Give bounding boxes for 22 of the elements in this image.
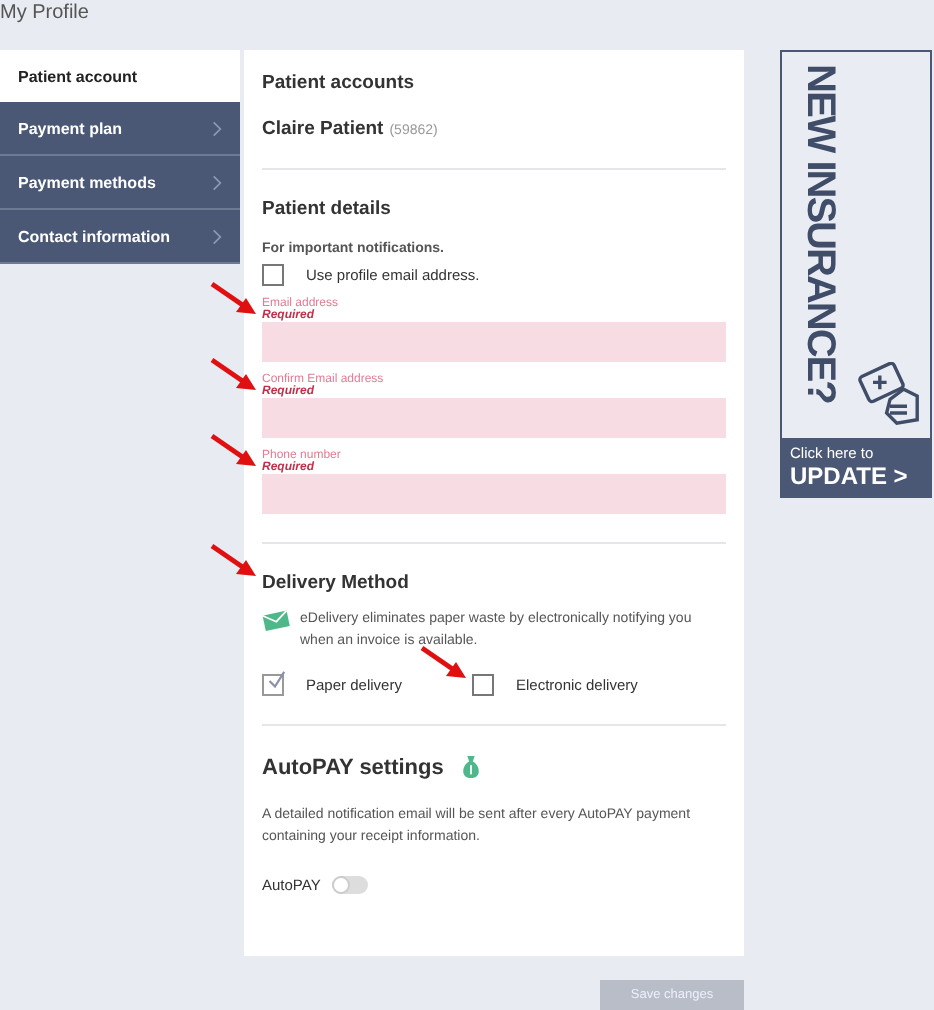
input-field[interactable] <box>262 322 726 362</box>
sidebar-item[interactable]: Payment plan <box>0 102 240 156</box>
envelope-icon <box>262 608 290 632</box>
checkbox[interactable] <box>262 674 284 696</box>
money-bag-icon <box>459 754 482 780</box>
page-title: My Profile <box>0 0 91 28</box>
section-heading: Delivery Method <box>262 572 411 594</box>
section-heading: Patient details <box>262 198 393 220</box>
banner-text: UPDATE > <box>790 462 910 490</box>
patient-name: Claire Patient <box>262 118 384 140</box>
section-heading: Patient accounts <box>262 72 417 94</box>
checkbox[interactable] <box>472 674 494 696</box>
toggle-switch[interactable] <box>332 876 369 894</box>
input-field[interactable] <box>262 474 726 514</box>
input-field[interactable] <box>262 398 726 438</box>
sidebar-item[interactable]: Patient account <box>0 50 240 102</box>
sidebar-item[interactable]: Payment methods <box>0 156 240 210</box>
checkbox[interactable] <box>262 264 284 286</box>
sidebar-item[interactable]: Contact information <box>0 210 240 264</box>
section-heading: AutoPAY settings <box>262 755 444 779</box>
banner-headline: NEW INSURANCE? <box>796 64 844 403</box>
checkmark-icon <box>264 670 286 692</box>
